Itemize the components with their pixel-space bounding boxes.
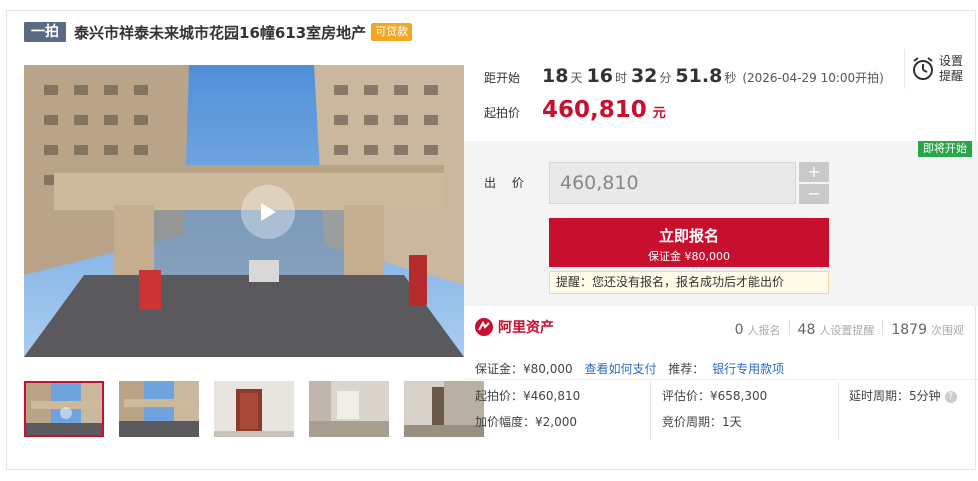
ali-assets-logo-text: 阿里资产	[498, 320, 554, 336]
page-title: 泰兴市祥泰未来城市花园16幢613室房地产	[74, 23, 367, 42]
bid-amount-input[interactable]: 460,810	[549, 162, 796, 204]
countdown-seconds: 51.8	[675, 65, 723, 87]
play-icon	[261, 203, 276, 221]
thumbnail-1[interactable]	[24, 381, 104, 437]
views-label: 次围观	[931, 324, 964, 337]
thumbnail-5[interactable]	[404, 381, 484, 437]
set-reminder-button[interactable]: 设置提醒	[904, 49, 965, 89]
deposit-amount-label: 保证金 ¥80,000	[648, 250, 730, 263]
reminders-label: 人设置提醒	[819, 324, 875, 337]
stats-bar: 阿里资产 0 人报名 48 人设置提醒 1879 次围观	[464, 312, 978, 342]
thumbnail-strip	[24, 381, 499, 437]
bid-label: 出 价	[484, 176, 530, 190]
set-reminder-label: 设置提醒	[939, 54, 964, 83]
reminders-count: 48	[797, 322, 816, 338]
start-price-label: 起拍价	[484, 106, 521, 120]
recommend-label: 推荐：	[668, 362, 705, 376]
auction-start-time: (2026-04-29 10:00开拍)	[742, 71, 884, 85]
deposit-row: 保证金：¥80,000 查看如何支付 推荐： 银行专用款项	[475, 360, 784, 377]
registration-tip: 提醒：您还没有报名，报名成功后才能出价	[549, 271, 829, 294]
ali-assets-logo-icon	[475, 318, 493, 336]
delay-period-text: 延时周期：5分钟	[849, 389, 941, 403]
countdown-timer: 18 天 16 时 32 分 51.8 秒 (2026-04-29 10:00开…	[542, 65, 884, 87]
info-delay-period: 延时周期：5分钟?	[849, 387, 957, 404]
register-button-label: 立即报名	[658, 227, 719, 245]
play-video-button[interactable]	[241, 185, 295, 239]
countdown-hours-unit: 时	[614, 71, 627, 85]
thumbnail-3[interactable]	[214, 381, 294, 437]
ali-assets-logo: 阿里资产	[474, 317, 554, 337]
title-row: 一拍 泰兴市祥泰未来城市花园16幢613室房地产 可贷款	[24, 22, 413, 42]
status-badge: 即将开始	[918, 141, 972, 157]
auction-round-badge: 一拍	[24, 22, 66, 42]
info-appraisal-price: 评估价：¥658,300	[662, 389, 768, 403]
bid-section: 即将开始 出 价 460,810 + − 立即报名 保证金 ¥80,000 提醒…	[464, 141, 978, 306]
countdown-days: 18	[542, 65, 569, 87]
countdown-minutes: 32	[630, 65, 658, 87]
countdown-seconds-unit: 秒	[724, 71, 737, 85]
divider	[838, 382, 839, 440]
views-count: 1879	[891, 322, 927, 338]
countdown-days-unit: 天	[570, 71, 583, 85]
main-photo[interactable]	[24, 65, 464, 357]
divider	[788, 320, 790, 334]
countdown-label: 距开始	[484, 71, 521, 85]
decrease-bid-button[interactable]: −	[799, 184, 829, 204]
thumbnail-4[interactable]	[309, 381, 389, 437]
start-price-unit: 元	[652, 106, 666, 121]
stat-counters: 0 人报名 48 人设置提醒 1879 次围观	[735, 320, 964, 338]
alarm-clock-icon	[913, 57, 933, 80]
countdown-minutes-unit: 分	[659, 71, 672, 85]
signups-label: 人报名	[747, 324, 781, 337]
divider	[464, 379, 978, 380]
register-now-button[interactable]: 立即报名 保证金 ¥80,000	[549, 218, 829, 267]
help-icon[interactable]: ?	[944, 390, 957, 403]
info-bid-cycle: 竞价周期：1天	[662, 415, 742, 429]
countdown-hours: 16	[586, 65, 613, 87]
countdown-row: 距开始 18 天 16 时 32 分 51.8 秒 (2026-04-29 10…	[484, 65, 884, 87]
start-price-value: 460,810	[542, 97, 647, 123]
divider	[882, 320, 884, 334]
how-to-pay-link[interactable]: 查看如何支付	[584, 362, 656, 376]
start-price-row: 起拍价 460,810 元	[484, 97, 666, 123]
increase-bid-button[interactable]: +	[799, 162, 829, 182]
thumbnail-2[interactable]	[119, 381, 199, 437]
deposit-info: 保证金：¥80,000	[475, 362, 573, 376]
signups-count: 0	[734, 322, 744, 338]
loan-available-badge: 可贷款	[371, 23, 413, 41]
info-increment: 加价幅度：¥2,000	[475, 415, 577, 429]
info-start-price: 起拍价：¥460,810	[475, 389, 581, 403]
bank-loan-link[interactable]: 银行专用款项	[712, 362, 784, 376]
divider	[650, 382, 651, 440]
